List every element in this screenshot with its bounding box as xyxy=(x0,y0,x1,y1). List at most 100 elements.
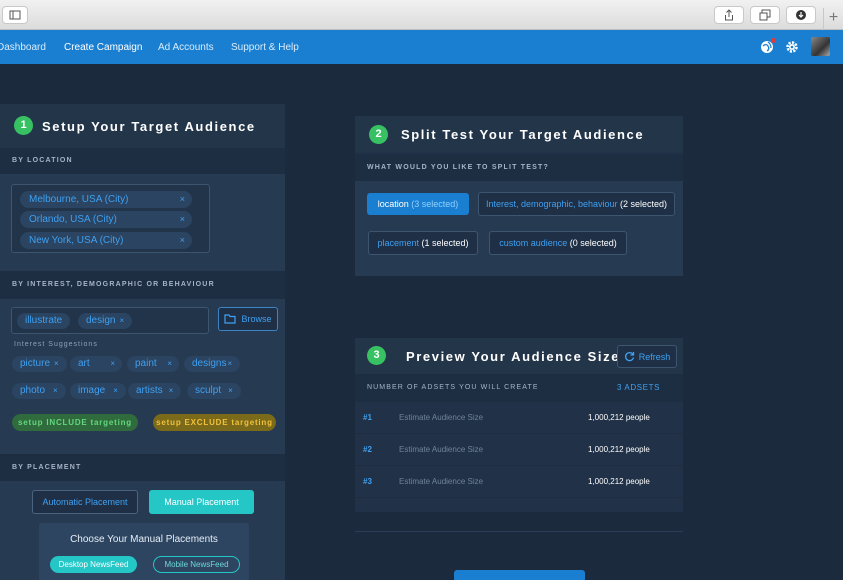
remove-icon[interactable]: × xyxy=(119,316,124,325)
interest-tag-label: design xyxy=(86,315,116,326)
split-test-header: 2 Split Test Your Target Audience xyxy=(355,116,683,152)
location-tag-label: Melbourne, USA (City) xyxy=(29,194,129,205)
interest-input[interactable]: illustrate design × xyxy=(11,307,209,334)
remove-icon[interactable]: × xyxy=(169,386,174,395)
location-tag: Melbourne, USA (City) × xyxy=(20,191,192,208)
suggestion-chip[interactable]: image × xyxy=(70,383,126,399)
suggestion-label: sculpt xyxy=(195,385,222,396)
remove-icon[interactable]: × xyxy=(54,359,59,368)
table-row: #2 Estimate Audience Size 1,000,212 peop… xyxy=(355,434,683,466)
placement-section: Automatic Placement Manual Placement Cho… xyxy=(0,481,285,580)
suggestion-label: image xyxy=(78,385,106,396)
include-targeting-button[interactable]: setup INCLUDE targeting xyxy=(12,414,138,431)
setup-audience-header: 1 Setup Your Target Audience xyxy=(0,104,285,148)
remove-icon[interactable]: × xyxy=(228,386,233,395)
adset-label: Estimate Audience Size xyxy=(399,477,484,486)
split-test-panel: 2 Split Test Your Target Audience WHAT W… xyxy=(355,116,683,276)
split-test-options: location (3 selected) Interest, demograp… xyxy=(355,181,683,276)
preview-title: Preview Your Audience Sizes xyxy=(406,349,629,364)
continue-button[interactable] xyxy=(454,570,585,580)
remove-icon[interactable]: × xyxy=(180,232,185,249)
split-placement-button[interactable]: placement (1 selected) xyxy=(368,231,478,255)
location-tag: New York, USA (City) × xyxy=(20,232,192,249)
refresh-icon xyxy=(624,352,634,362)
setup-audience-title: Setup Your Target Audience xyxy=(42,119,256,134)
by-interest-label: BY INTEREST, DEMOGRAPHIC OR BEHAVIOUR xyxy=(0,271,285,299)
exclude-targeting-button[interactable]: setup EXCLUDE targeting xyxy=(153,414,276,431)
suggestion-chip[interactable]: picture × xyxy=(12,356,67,372)
suggestion-label: artists xyxy=(136,385,163,396)
interest-tag: design × xyxy=(78,313,133,329)
split-placement-count: (1 selected) xyxy=(421,238,469,248)
refresh-button[interactable]: Refresh xyxy=(617,345,677,368)
remove-icon[interactable]: × xyxy=(53,386,58,395)
remove-icon[interactable]: × xyxy=(113,386,118,395)
downloads-icon[interactable] xyxy=(786,6,816,24)
notification-dot xyxy=(771,38,776,43)
share-icon[interactable] xyxy=(714,6,744,24)
suggestion-chip[interactable]: photo × xyxy=(12,383,66,399)
location-section: Melbourne, USA (City) × Orlando, USA (Cit… xyxy=(0,174,285,271)
manual-placements-box: Choose Your Manual Placements Desktop Ne… xyxy=(39,523,249,580)
mobile-newsfeed-button[interactable]: Mobile NewsFeed xyxy=(153,556,240,573)
by-placement-label: BY PLACEMENT xyxy=(0,454,285,481)
suggestion-chip[interactable]: art × xyxy=(70,356,122,372)
suggestion-label: art xyxy=(78,358,90,369)
suggestion-chip[interactable]: designs× xyxy=(184,356,241,372)
browse-button[interactable]: Browse xyxy=(218,307,278,331)
adset-rows: #1 Estimate Audience Size 1,000,212 peop… xyxy=(355,402,683,512)
location-tag: Orlando, USA (City) × xyxy=(20,211,192,228)
section-divider xyxy=(355,531,683,532)
adset-size: 1,000,212 people xyxy=(588,445,650,454)
split-location-button[interactable]: location (3 selected) xyxy=(367,193,469,215)
nav-ad-accounts[interactable]: Ad Accounts xyxy=(158,42,214,53)
location-tag-label: Orlando, USA (City) xyxy=(29,214,117,225)
preview-header: 3 Preview Your Audience Sizes Refresh xyxy=(355,338,683,374)
nav-dashboard[interactable]: Dashboard xyxy=(0,42,46,53)
tabs-overview-icon[interactable] xyxy=(750,6,780,24)
interest-suggestions-label: Interest Suggestions xyxy=(14,341,98,348)
refresh-label: Refresh xyxy=(638,351,671,362)
suggestion-chip[interactable]: artists × xyxy=(128,383,182,399)
adset-number: #2 xyxy=(363,445,372,454)
manual-placements-title: Choose Your Manual Placements xyxy=(70,534,218,545)
nav-create-campaign[interactable]: Create Campaign xyxy=(64,42,142,53)
step-2-badge: 2 xyxy=(369,125,388,144)
gear-icon[interactable] xyxy=(784,39,800,55)
user-avatar[interactable] xyxy=(811,37,830,56)
remove-icon[interactable]: × xyxy=(110,356,115,372)
split-interest-count: (2 selected) xyxy=(620,199,668,209)
table-row: #1 Estimate Audience Size 1,000,212 peop… xyxy=(355,402,683,434)
split-placement-label: placement xyxy=(377,238,419,248)
automatic-placement-button[interactable]: Automatic Placement xyxy=(32,490,138,514)
interest-section: illustrate design × Browse Interest Sugge… xyxy=(0,299,285,454)
interest-tag: illustrate xyxy=(17,313,71,329)
adset-label: Estimate Audience Size xyxy=(399,445,484,454)
suggestion-label: picture xyxy=(20,358,51,369)
location-tag-label: New York, USA (City) xyxy=(29,235,124,246)
split-location-count: (3 selected) xyxy=(411,199,459,209)
sidebar-toggle-icon[interactable] xyxy=(2,6,28,24)
split-custom-audience-button[interactable]: custom audience (0 selected) xyxy=(489,231,627,255)
split-custom-count: (0 selected) xyxy=(569,238,617,248)
split-location-label: location xyxy=(377,199,409,209)
suggestion-chip[interactable]: paint × xyxy=(127,356,179,372)
location-input[interactable]: Melbourne, USA (City) × Orlando, USA (Cit… xyxy=(11,184,210,253)
adset-number: #3 xyxy=(363,477,372,486)
remove-icon[interactable]: × xyxy=(227,359,232,368)
split-interest-button[interactable]: Interest, demographic, behaviour (2 sele… xyxy=(478,192,675,216)
split-custom-label: custom audience xyxy=(499,238,568,248)
suggestion-label: photo xyxy=(20,385,46,396)
adset-size: 1,000,212 people xyxy=(588,413,650,422)
adsets-summary: NUMBER OF ADSETS YOU WILL CREATE 3 ADSET… xyxy=(355,374,683,402)
adset-number: #1 xyxy=(363,413,372,422)
manual-placement-button[interactable]: Manual Placement xyxy=(149,490,254,514)
nav-support[interactable]: Support & Help xyxy=(231,42,299,53)
adset-label: Estimate Audience Size xyxy=(399,413,484,422)
desktop-newsfeed-button[interactable]: Desktop NewsFeed xyxy=(50,556,137,573)
remove-icon[interactable]: × xyxy=(180,211,185,228)
new-tab-icon[interactable]: + xyxy=(823,8,843,30)
remove-icon[interactable]: × xyxy=(180,191,185,208)
remove-icon[interactable]: × xyxy=(167,356,172,372)
suggestion-chip[interactable]: sculpt × xyxy=(187,383,241,399)
